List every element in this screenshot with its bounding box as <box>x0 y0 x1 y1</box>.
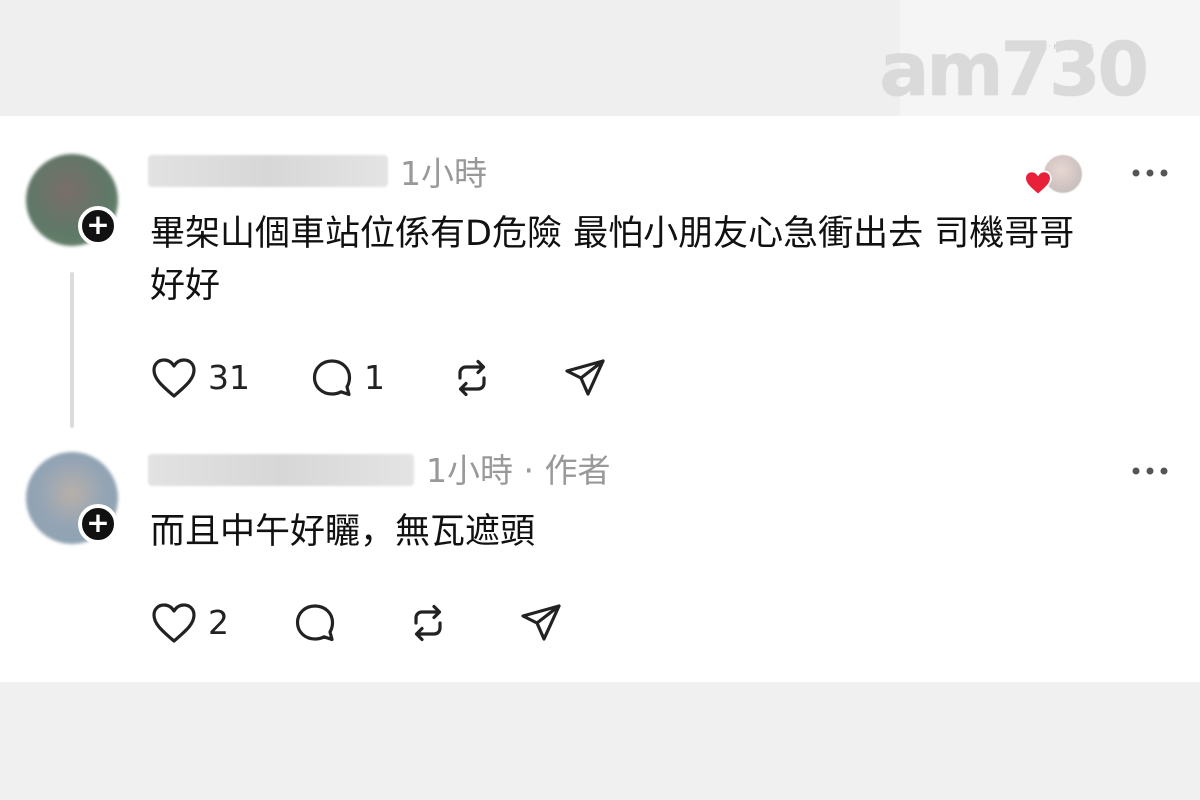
bottom-background <box>0 682 1200 800</box>
repost-icon[interactable] <box>450 356 494 400</box>
thread-connector-line <box>70 272 74 428</box>
share-icon[interactable] <box>519 601 563 645</box>
more-icon[interactable] <box>1130 464 1170 478</box>
heart-icon[interactable] <box>150 601 198 645</box>
repost-icon[interactable] <box>406 601 450 645</box>
follow-plus-icon[interactable]: + <box>78 504 118 544</box>
like-button[interactable]: 2 <box>150 601 229 645</box>
comment-1-timestamp: 1小時 <box>400 154 487 193</box>
follow-plus-icon[interactable]: + <box>78 206 118 246</box>
comment-2-text: 而且中午好矖，無瓦遮頭 <box>150 512 536 552</box>
comment-button[interactable] <box>293 601 337 645</box>
share-button[interactable] <box>563 356 607 400</box>
comment-1-avatar-wrapper[interactable]: + <box>26 154 118 246</box>
username-redacted[interactable] <box>148 454 414 486</box>
watermark-area: my choice · my paper am730 <box>879 0 1200 130</box>
repost-button[interactable] <box>406 601 450 645</box>
like-count: 31 <box>208 358 250 397</box>
more-icon[interactable] <box>1130 166 1170 180</box>
share-icon[interactable] <box>563 356 607 400</box>
like-count: 2 <box>208 603 229 642</box>
liked-heart-icon <box>1024 170 1052 196</box>
comment-icon[interactable] <box>293 601 337 645</box>
reply-count: 1 <box>364 358 385 397</box>
comment-icon[interactable] <box>310 356 354 400</box>
heart-icon[interactable] <box>150 356 198 400</box>
comment-2-timestamp: 1小時 · 作者 <box>426 451 611 490</box>
username-redacted[interactable] <box>148 155 388 187</box>
repost-button[interactable] <box>450 356 494 400</box>
comment-1-text: 畢架山個車站位係有D危險 最怕小朋友心急衝出去 司機哥哥 好好 <box>150 214 1075 306</box>
comment-button[interactable]: 1 <box>310 356 385 400</box>
like-button[interactable]: 31 <box>150 356 250 400</box>
comment-2-avatar-wrapper[interactable]: + <box>26 452 118 544</box>
am730-logo: am730 <box>879 27 1149 113</box>
share-button[interactable] <box>519 601 563 645</box>
